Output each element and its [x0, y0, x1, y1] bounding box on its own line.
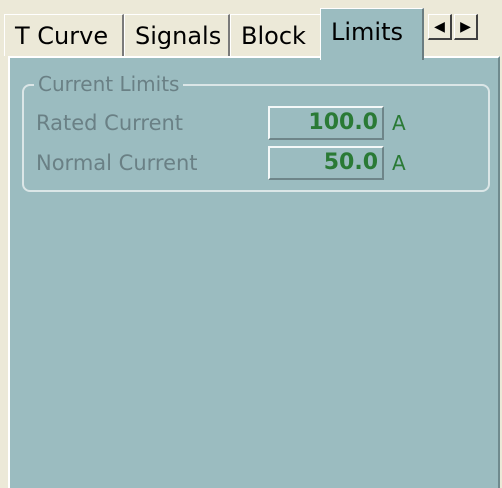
current-limits-group: Current Limits Rated Current 100.0 A Nor… — [22, 72, 490, 192]
tab-scroll-left-button[interactable]: ◀ — [428, 14, 452, 40]
normal-current-unit: A — [392, 151, 406, 175]
tab-strip: T Curve Signals Block Limits ◀ ▶ — [0, 0, 502, 60]
tab-scroll-right-button[interactable]: ▶ — [454, 14, 478, 40]
tab-t-curve[interactable]: T Curve — [4, 14, 124, 56]
normal-current-label: Normal Current — [36, 151, 198, 175]
rated-current-unit: A — [392, 111, 406, 135]
rated-current-label: Rated Current — [36, 111, 184, 135]
group-title: Current Limits — [34, 72, 184, 96]
arrow-right-icon: ▶ — [460, 18, 471, 35]
tab-limits[interactable]: Limits — [320, 8, 424, 60]
rated-current-field[interactable]: 100.0 — [268, 106, 384, 140]
arrow-left-icon: ◀ — [434, 18, 445, 35]
tab-block[interactable]: Block — [230, 14, 322, 56]
tab-signals[interactable]: Signals — [124, 14, 230, 56]
normal-current-field[interactable]: 50.0 — [268, 146, 384, 180]
limits-panel: Current Limits Rated Current 100.0 A Nor… — [8, 56, 500, 488]
